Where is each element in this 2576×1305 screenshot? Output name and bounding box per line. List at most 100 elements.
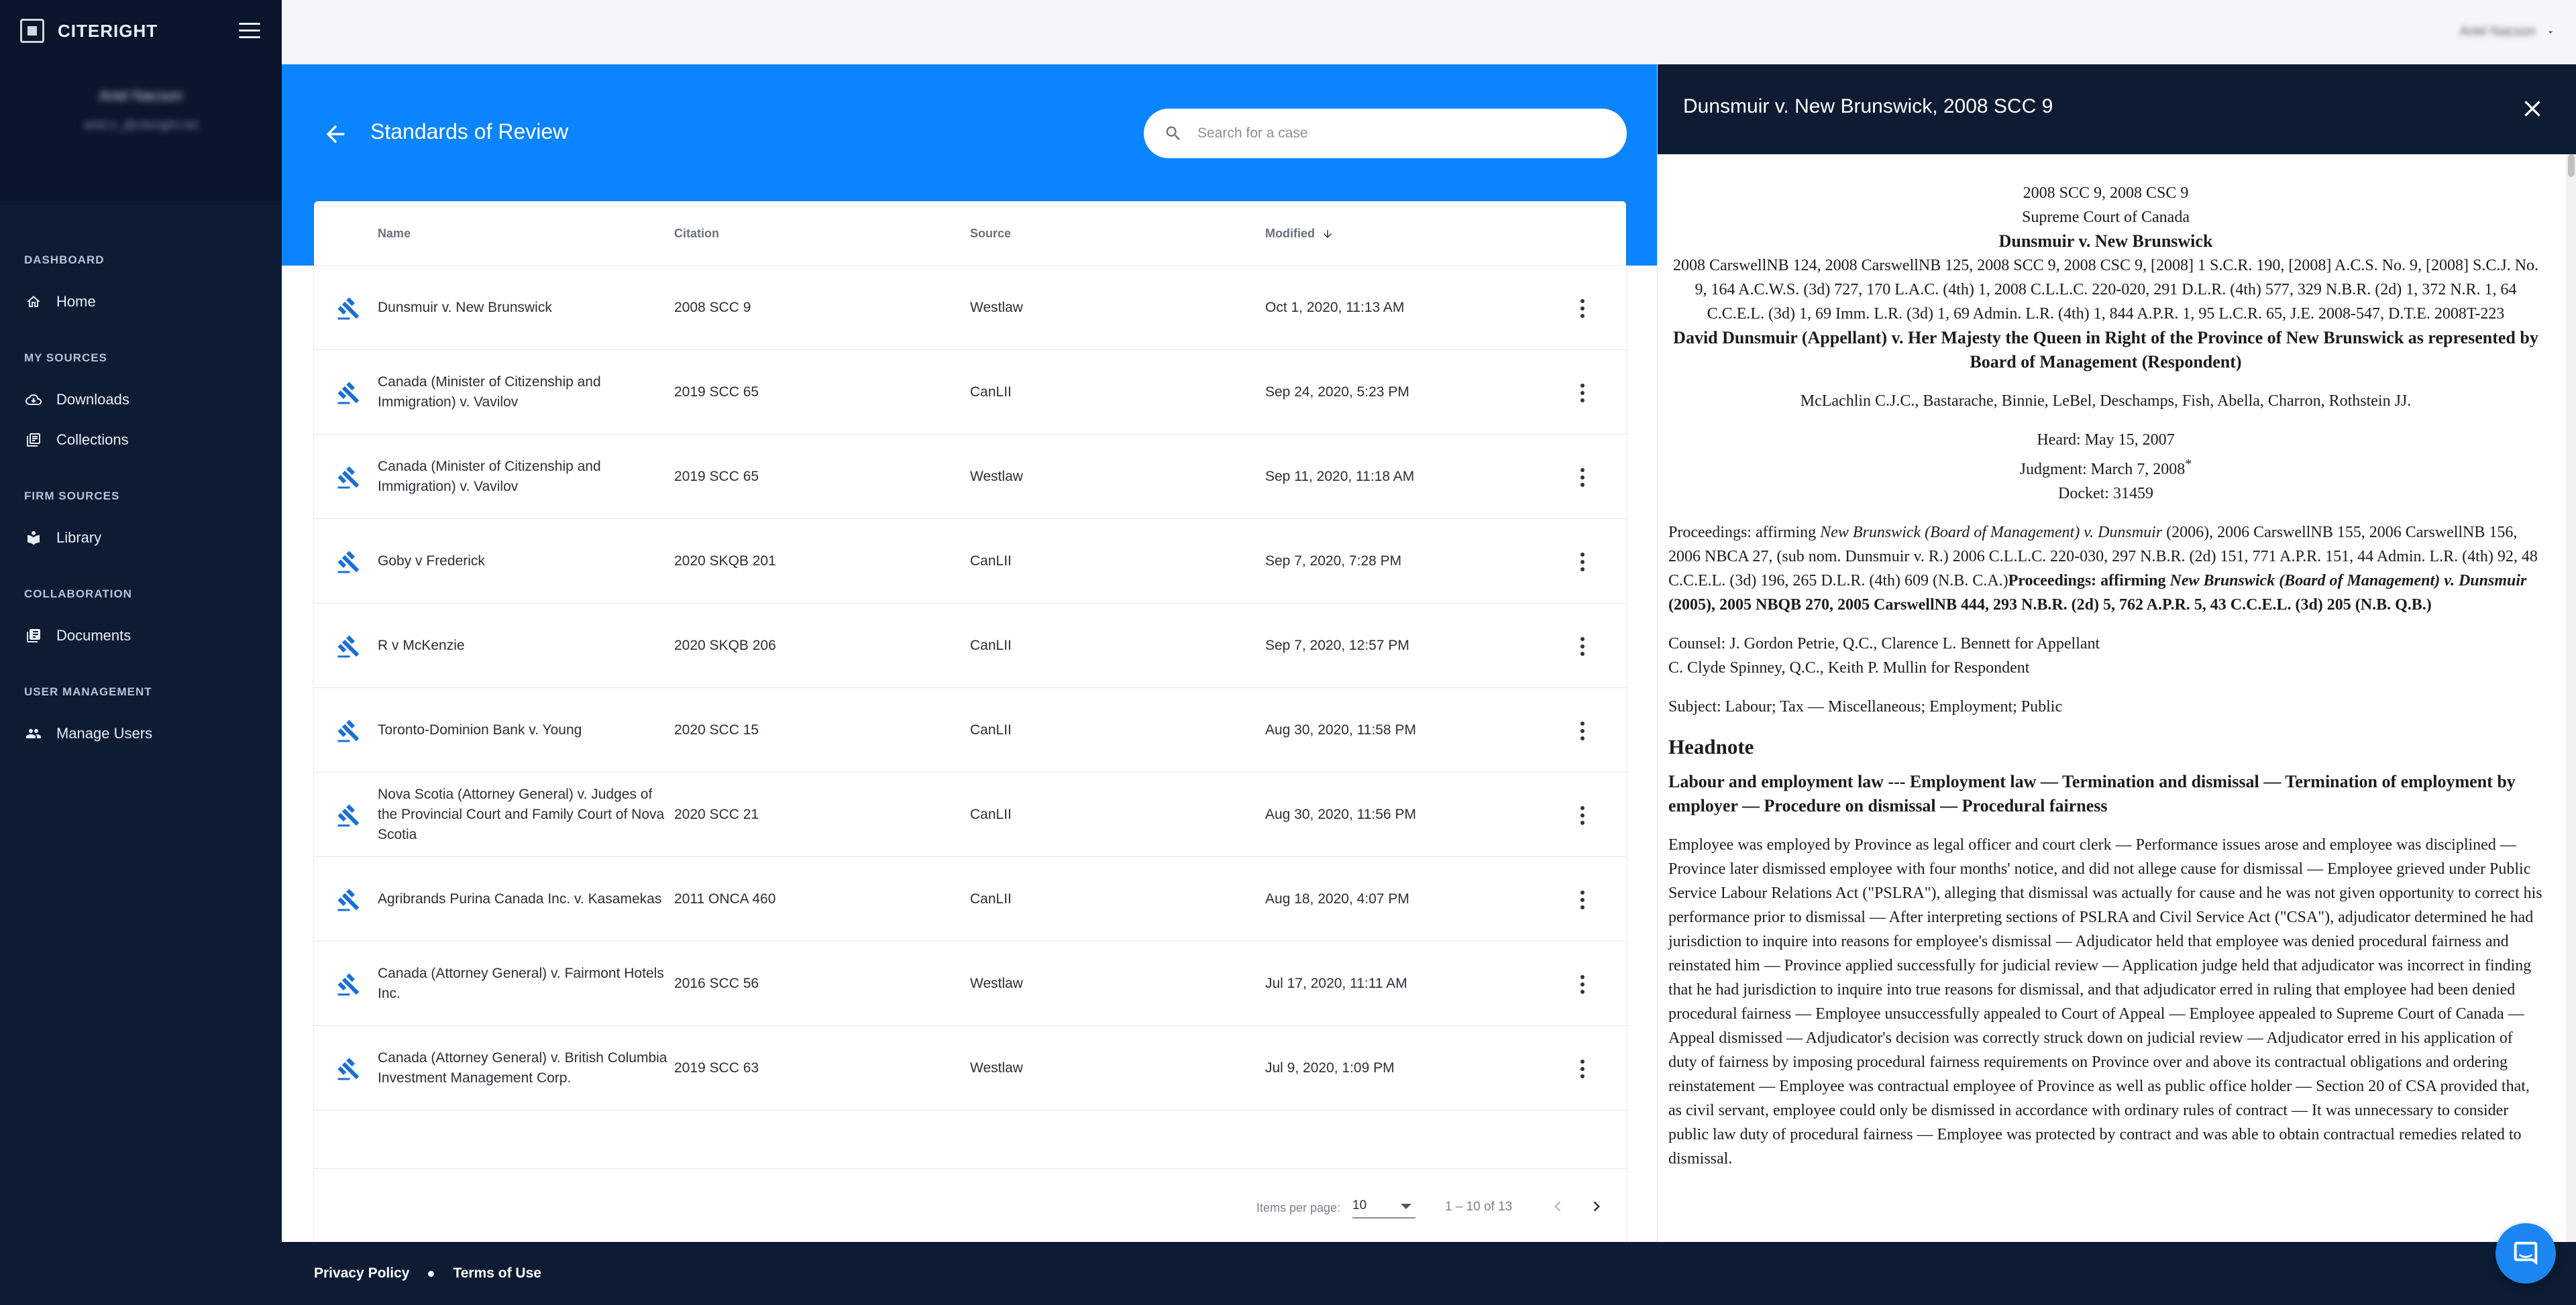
- column-header-name[interactable]: Name: [378, 227, 411, 241]
- table-row[interactable]: Canada (Minister of Citizenship and Immi…: [314, 435, 1626, 519]
- sidebar-item-documents[interactable]: Documents: [0, 616, 282, 656]
- case-citation: 2016 SCC 56: [674, 976, 759, 991]
- doc-headnote-heading: Headnote: [1668, 735, 1754, 758]
- case-source: Westlaw: [970, 469, 1023, 484]
- privacy-policy-link[interactable]: Privacy Policy: [314, 1265, 409, 1282]
- table-row[interactable]: Agribrands Purina Canada Inc. v. Kasamek…: [314, 857, 1626, 942]
- sidebar-item-library[interactable]: Library: [0, 518, 282, 558]
- case-modified: Aug 30, 2020, 11:56 PM: [1265, 807, 1416, 822]
- case-name[interactable]: Dunsmuir v. New Brunswick: [378, 266, 673, 350]
- items-per-page-select[interactable]: 10: [1352, 1198, 1415, 1218]
- close-icon[interactable]: [2519, 95, 2546, 122]
- case-name[interactable]: Canada (Minister of Citizenship and Immi…: [378, 435, 673, 519]
- case-modified: Aug 18, 2020, 4:07 PM: [1265, 891, 1409, 907]
- row-more-options-button[interactable]: [1572, 634, 1593, 659]
- row-more-options-button[interactable]: [1572, 803, 1593, 828]
- row-more-options-button[interactable]: [1572, 550, 1593, 574]
- brand[interactable]: CITERIGHT: [20, 19, 158, 43]
- case-name[interactable]: Canada (Minister of Citizenship and Immi…: [378, 350, 673, 435]
- sidebar-item-label: Downloads: [56, 391, 129, 408]
- case-source: CanLII: [970, 384, 1012, 400]
- row-more-options-button[interactable]: [1572, 719, 1593, 743]
- case-name[interactable]: Agribrands Purina Canada Inc. v. Kasamek…: [378, 857, 673, 942]
- nav-section-dashboard: DASHBOARD: [24, 253, 105, 266]
- row-more-options-button[interactable]: [1572, 888, 1593, 912]
- more-vert-icon: [1580, 637, 1585, 641]
- row-more-options-button[interactable]: [1572, 465, 1593, 490]
- gavel-icon: [337, 972, 361, 997]
- doc-headnote-classification: Labour and employment law --- Employment…: [1668, 772, 2516, 815]
- terms-of-use-link[interactable]: Terms of Use: [453, 1265, 541, 1282]
- more-vert-icon: [1580, 384, 1585, 388]
- row-more-options-button[interactable]: [1572, 972, 1593, 997]
- case-source: CanLII: [970, 807, 1012, 822]
- nav-section-my-sources: MY SOURCES: [24, 351, 107, 364]
- menu-toggle-button[interactable]: [239, 23, 260, 40]
- back-arrow-icon[interactable]: [322, 121, 349, 148]
- logo-icon: [20, 19, 44, 43]
- next-page-button[interactable]: [1585, 1193, 1609, 1220]
- case-modified: Sep 7, 2020, 12:57 PM: [1265, 638, 1409, 653]
- nav-section-collaboration: COLLABORATION: [24, 587, 132, 600]
- column-header-source[interactable]: Source: [970, 227, 1011, 241]
- more-vert-icon: [1580, 468, 1585, 472]
- sidebar-item-home[interactable]: Home: [0, 282, 282, 322]
- case-name[interactable]: Canada (Attorney General) v. British Col…: [378, 1026, 673, 1111]
- doc-proceedings: Proceedings: affirming New Brunswick (Bo…: [1668, 524, 2538, 614]
- sidebar-item-downloads[interactable]: Downloads: [0, 380, 282, 420]
- gavel-icon: [337, 296, 361, 321]
- profile-email: ariel.n_@citeright.net: [83, 118, 199, 131]
- doc-docket: Docket: 31459: [2058, 485, 2153, 502]
- sidebar: CITERIGHT Ariel Nacson ariel.n_@citerigh…: [0, 0, 282, 1305]
- table-row[interactable]: Canada (Attorney General) v. Fairmont Ho…: [314, 942, 1626, 1026]
- chat-support-button[interactable]: [2496, 1223, 2556, 1284]
- table-row[interactable]: R v McKenzie 2020 SKQB 206 CanLII Sep 7, 20…: [314, 604, 1626, 688]
- sidebar-item-label: Home: [56, 293, 96, 310]
- table-row[interactable]: Toronto-Dominion Bank v. Young 2020 SCC 1…: [314, 688, 1626, 773]
- case-modified: Jul 9, 2020, 1:09 PM: [1265, 1060, 1395, 1076]
- search-bar[interactable]: [1144, 109, 1627, 158]
- doc-neutral-citation: 2008 SCC 9, 2008 CSC 9: [2023, 184, 2189, 202]
- sidebar-nav: DASHBOARD Home MY SOURCES Downloads Coll…: [0, 248, 282, 754]
- more-vert-icon: [1580, 299, 1585, 303]
- footer-separator: [428, 1270, 435, 1277]
- gavel-icon: [337, 719, 361, 743]
- document-scrollbar[interactable]: [2566, 154, 2576, 1242]
- case-modified: Sep 11, 2020, 11:18 AM: [1265, 469, 1415, 484]
- case-citation: 2019 SCC 65: [674, 469, 759, 484]
- case-name[interactable]: Goby v Frederick: [378, 519, 673, 604]
- sidebar-item-manage-users[interactable]: Manage Users: [0, 714, 282, 754]
- case-name[interactable]: Toronto-Dominion Bank v. Young: [378, 688, 673, 773]
- column-header-citation[interactable]: Citation: [674, 227, 719, 241]
- sort-arrow-down-icon: [1324, 229, 1332, 238]
- case-source: CanLII: [970, 553, 1012, 569]
- sidebar-item-collections[interactable]: Collections: [0, 420, 282, 460]
- row-more-options-button[interactable]: [1572, 1057, 1593, 1081]
- chat-icon: [2514, 1241, 2538, 1265]
- table-row[interactable]: Goby v Frederick 2020 SKQB 201 CanLII Sep 7…: [314, 519, 1626, 604]
- case-name[interactable]: Canada (Attorney General) v. Fairmont Ho…: [378, 942, 673, 1026]
- doc-subject: Subject: Labour; Tax — Miscellaneous; Em…: [1668, 698, 2063, 716]
- scrollbar-thumb[interactable]: [2568, 154, 2575, 177]
- table-row[interactable]: Canada (Minister of Citizenship and Immi…: [314, 350, 1626, 435]
- doc-case-name: Dunsmuir v. New Brunswick: [1998, 231, 2213, 251]
- footer: Privacy Policy Terms of Use: [282, 1242, 2576, 1305]
- user-menu[interactable]: Ariel Nacson: [2460, 24, 2556, 40]
- table-row[interactable]: Nova Scotia (Attorney General) v. Judges…: [314, 773, 1626, 857]
- row-more-options-button[interactable]: [1572, 381, 1593, 405]
- row-more-options-button[interactable]: [1572, 296, 1593, 321]
- previous-page-button[interactable]: [1546, 1193, 1570, 1220]
- gavel-icon: [337, 550, 361, 574]
- case-citation: 2020 SCC 21: [674, 807, 759, 822]
- search-input[interactable]: [1197, 125, 1600, 141]
- case-name[interactable]: R v McKenzie: [378, 604, 673, 688]
- column-header-modified[interactable]: Modified: [1265, 227, 1334, 241]
- case-name[interactable]: Nova Scotia (Attorney General) v. Judges…: [378, 773, 673, 857]
- footnote-marker[interactable]: *: [2185, 457, 2192, 471]
- table-body: Dunsmuir v. New Brunswick 2008 SCC 9 Westl…: [314, 266, 1626, 1111]
- table-row[interactable]: Dunsmuir v. New Brunswick 2008 SCC 9 Westl…: [314, 266, 1626, 350]
- more-vert-icon: [1580, 975, 1585, 979]
- search-icon: [1166, 126, 1180, 140]
- table-row[interactable]: Canada (Attorney General) v. British Col…: [314, 1026, 1626, 1111]
- chevron-right-icon: [1593, 1201, 1600, 1212]
